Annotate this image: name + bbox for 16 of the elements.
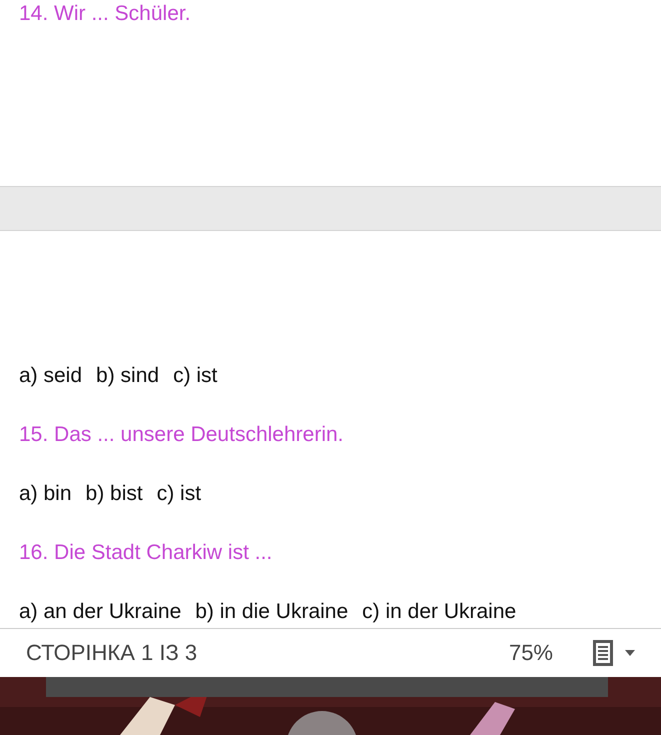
page-indicator: СТОРІНКА 1 ІЗ 3 [26,640,198,666]
question-text: 14. Wir ... Schüler. [19,2,191,26]
answer-option: b) sind [96,364,160,388]
answer-option: a) bin [19,482,72,506]
answer-option: c) ist [173,364,218,388]
answer-option: c) in der Ukraine [362,600,516,624]
answer-option: b) in die Ukraine [195,600,348,624]
answer-option: a) seid [19,364,82,388]
answer-option: c) ist [156,482,202,506]
question-text: 16. Die Stadt Charkiw ist ... [19,540,272,564]
document-icon[interactable] [593,640,613,666]
answer-option: b) bist [86,482,143,506]
question-text: 15. Das ... unsere Deutschlehrerin. [19,422,344,446]
answer-option: a) an der Ukraine [19,600,182,624]
zoom-level: 75% [508,640,553,666]
dropdown-caret-icon[interactable] [625,650,635,656]
